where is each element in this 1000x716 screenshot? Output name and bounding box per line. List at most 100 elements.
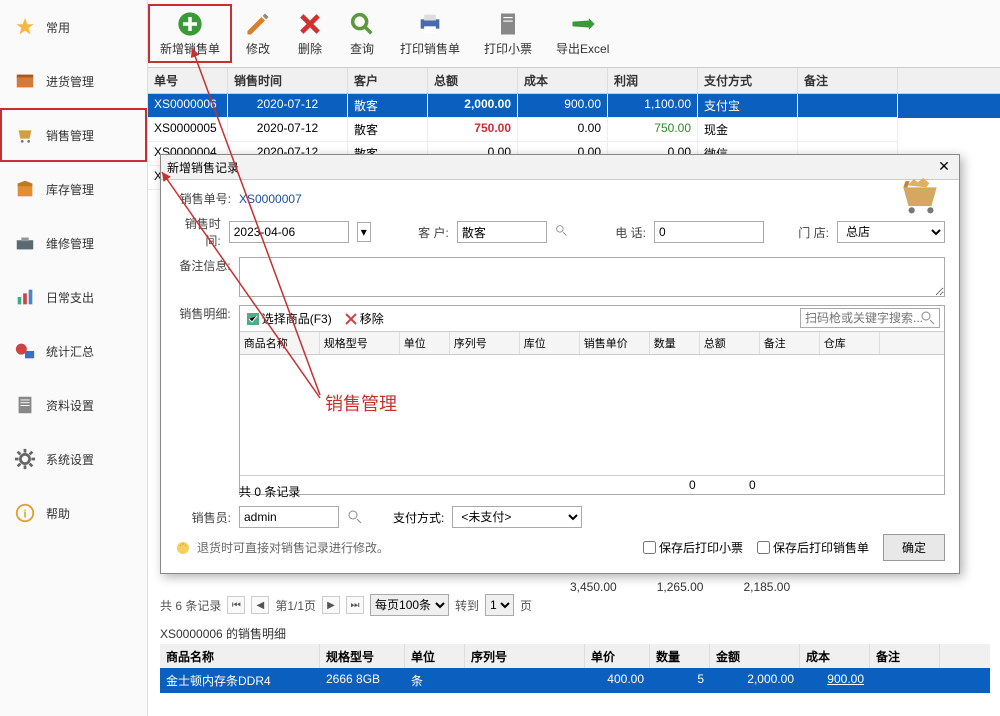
remove-product-button[interactable]: 移除 <box>340 308 388 329</box>
btn-label: 导出Excel <box>556 40 609 57</box>
product-search-input[interactable] <box>800 308 940 328</box>
col: 支付方式 <box>698 68 798 93</box>
sidebar-label: 资料设置 <box>46 397 94 414</box>
sidebar-item-data[interactable]: 资料设置 <box>0 378 147 432</box>
new-sale-button[interactable]: 新增销售单 <box>148 4 232 63</box>
cart-icon <box>14 124 36 146</box>
cell: 散客 <box>348 118 428 142</box>
pencil-icon <box>244 10 272 38</box>
cart-large-icon <box>895 177 945 213</box>
record-count: 共 0 条记录 <box>175 483 945 500</box>
btn-label: 打印销售单 <box>400 40 460 57</box>
sidebar-label: 统计汇总 <box>46 343 94 360</box>
label: 销售员: <box>175 509 231 526</box>
prev-page-button[interactable]: ◀ <box>251 596 269 614</box>
ok-button[interactable]: 确定 <box>883 534 945 561</box>
product-search-icon[interactable] <box>920 310 936 326</box>
phone-input[interactable] <box>654 221 764 243</box>
sidebar-item-stock[interactable]: 库存管理 <box>0 162 147 216</box>
goto-select[interactable]: 1 <box>485 594 514 616</box>
notes-textarea[interactable] <box>239 257 945 297</box>
sidebar-item-stats[interactable]: 统计汇总 <box>0 324 147 378</box>
sidebar-label: 系统设置 <box>46 451 94 468</box>
cell: 2,000.00 <box>428 94 518 118</box>
cell: 1,100.00 <box>608 94 698 118</box>
detail-title: XS0000006 的销售明细 <box>160 625 286 642</box>
dialog-bottom: 共 0 条记录 销售员: 支付方式: <未支付> 退货时可直接对销售记录进行修改… <box>175 483 945 567</box>
sidebar-item-repair[interactable]: 维修管理 <box>0 216 147 270</box>
toolbox-icon <box>14 232 36 254</box>
select-product-button[interactable]: 选择商品(F3) <box>242 308 336 329</box>
sidebar-item-expense[interactable]: 日常支出 <box>0 270 147 324</box>
btn-label: 删除 <box>298 40 322 57</box>
sale-time-input[interactable] <box>229 221 349 243</box>
printer-icon <box>416 10 444 38</box>
store-select[interactable]: 总店 <box>837 221 945 243</box>
sidebar-label: 库存管理 <box>46 181 94 198</box>
export-button[interactable]: 导出Excel <box>544 4 621 63</box>
sidebar-item-system[interactable]: 系统设置 <box>0 432 147 486</box>
btn-label: 修改 <box>246 40 270 57</box>
cell: 750.00 <box>428 118 518 142</box>
cell: 散客 <box>348 94 428 118</box>
sidebar-item-purchase[interactable]: 进货管理 <box>0 54 147 108</box>
cell: 3,450.00 <box>570 580 617 594</box>
new-sale-dialog: 新增销售记录 ✕ 销售单号: XS0000007 销售时间: ▾ 客 户: 电 … <box>160 154 960 574</box>
hidden-totals: 3,450.00 1,265.00 2,185.00 <box>570 580 790 594</box>
seller-input[interactable] <box>239 506 339 528</box>
sidebar-label: 帮助 <box>46 505 70 522</box>
paytype-select[interactable]: <未支付> <box>452 506 582 528</box>
cell: XS0000006 <box>148 94 228 118</box>
print-button[interactable]: 打印销售单 <box>388 4 472 63</box>
customer-search-icon[interactable] <box>555 224 568 240</box>
sidebar-item-help[interactable]: i帮助 <box>0 486 147 540</box>
toolbar: 新增销售单 修改 删除 查询 打印销售单 打印小票 导出Excel <box>148 0 1000 68</box>
print-sale-checkbox[interactable]: 保存后打印销售单 <box>757 539 869 556</box>
plus-icon <box>176 10 204 38</box>
seller-search-icon[interactable] <box>347 509 363 525</box>
cell <box>798 94 898 118</box>
table-row[interactable]: XS00000052020-07-12散客750.000.00750.00现金 <box>148 118 1000 142</box>
doc-icon <box>14 394 36 416</box>
sidebar-item-sales[interactable]: 销售管理 <box>0 108 147 162</box>
cell: 支付宝 <box>698 94 798 118</box>
print-receipt-checkbox[interactable]: 保存后打印小票 <box>643 539 743 556</box>
dialog-titlebar: 新增销售记录 ✕ <box>161 155 959 180</box>
col: 利润 <box>608 68 698 93</box>
sidebar-label: 维修管理 <box>46 235 94 252</box>
cell: 2020-07-12 <box>228 118 348 142</box>
close-button[interactable]: ✕ <box>935 158 953 176</box>
col: 总额 <box>428 68 518 93</box>
table-row[interactable]: XS00000062020-07-12散客2,000.00900.001,100… <box>148 94 1000 118</box>
sidebar-label: 销售管理 <box>46 127 94 144</box>
edit-button[interactable]: 修改 <box>232 4 284 63</box>
detail-header: 商品名称规格型号单位序列号库位销售单价数量总额备注仓库 <box>240 332 944 355</box>
stats-icon <box>14 340 36 362</box>
detail-grid-row[interactable]: 金士顿内存条DDR42666 8GB条400.0052,000.00900.00 <box>160 668 990 693</box>
label: 门 店: <box>796 224 829 241</box>
sidebar-label: 日常支出 <box>46 289 94 306</box>
last-page-button[interactable]: ⏭ <box>346 596 364 614</box>
print-receipt-button[interactable]: 打印小票 <box>472 4 544 63</box>
dialog-title: 新增销售记录 <box>167 159 239 176</box>
next-page-button[interactable]: ▶ <box>322 596 340 614</box>
cell <box>798 118 898 142</box>
cube-icon <box>14 178 36 200</box>
delete-button[interactable]: 删除 <box>284 4 336 63</box>
label: 备注信息: <box>175 257 231 274</box>
sidebar-label: 常用 <box>46 19 70 36</box>
box-icon <box>14 70 36 92</box>
receipt-icon <box>494 10 522 38</box>
query-button[interactable]: 查询 <box>336 4 388 63</box>
customer-input[interactable] <box>457 221 547 243</box>
calendar-button[interactable]: ▾ <box>357 222 371 242</box>
btn-label: 查询 <box>350 40 374 57</box>
cell: 1,265.00 <box>657 580 704 594</box>
sidebar-item-common[interactable]: 常用 <box>0 0 147 54</box>
btn-label: 新增销售单 <box>160 40 220 57</box>
first-page-button[interactable]: ⏮ <box>227 596 245 614</box>
goto-suffix: 页 <box>520 597 532 614</box>
label: 销售单号: <box>175 190 231 207</box>
perpage-select[interactable]: 每页100条 <box>370 594 449 616</box>
order-no: XS0000007 <box>239 192 302 206</box>
